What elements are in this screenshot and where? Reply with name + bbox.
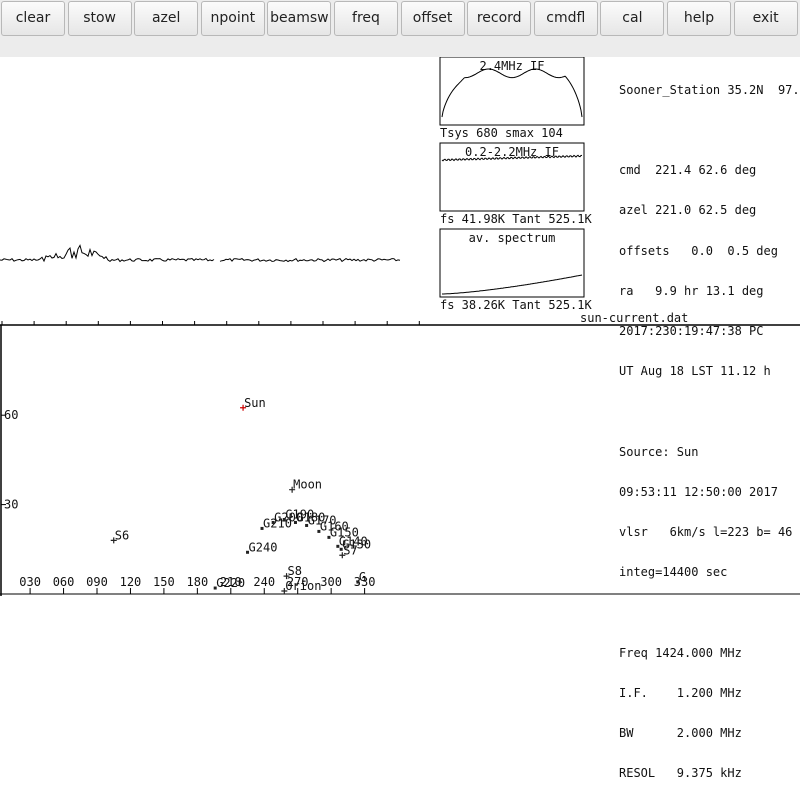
x-axis-tick-label: 030 bbox=[19, 575, 41, 589]
continuum-plot bbox=[0, 244, 401, 263]
help-button[interactable]: help bbox=[667, 1, 731, 36]
spectrum-footer-2: fs 41.98K Tant 525.1K bbox=[440, 212, 592, 226]
spectrum-footer-3: fs 38.26K Tant 525.1K bbox=[440, 298, 592, 312]
ut-line: UT Aug 18 LST 11.12 h bbox=[619, 364, 771, 379]
continuum-trace-b bbox=[219, 257, 401, 263]
spectrum-title-1: 2.4MHz IF bbox=[479, 59, 544, 73]
cal-button[interactable]: cal bbox=[600, 1, 665, 36]
bw-line: BW 2.000 MHz bbox=[619, 726, 742, 741]
station-line: Sooner_Station 35.2N 97.4 bbox=[619, 82, 800, 97]
azel-button[interactable]: azel bbox=[134, 1, 199, 36]
source-label-orion: Orion bbox=[285, 579, 321, 593]
source-label-moon: Moon bbox=[293, 478, 322, 492]
spectrum-title-3: av. spectrum bbox=[469, 231, 556, 245]
source-label-g220: G220 bbox=[216, 576, 245, 590]
record-button[interactable]: record bbox=[467, 1, 532, 36]
source-time-line: 09:53:11 12:50:00 2017 bbox=[619, 484, 778, 499]
source-label-s6: S6 bbox=[115, 528, 129, 542]
azel-line: azel 221.0 62.5 deg bbox=[619, 203, 757, 218]
x-axis-tick-label: 120 bbox=[120, 575, 142, 589]
offset-button[interactable]: offset bbox=[400, 1, 465, 36]
stow-button[interactable]: stow bbox=[67, 1, 132, 36]
x-axis-tick-label: 300 bbox=[320, 575, 342, 589]
source-label-s8: S8 bbox=[288, 564, 302, 578]
datetime-line: 2017:230:19:47:38 PC bbox=[619, 324, 764, 339]
y-axis-tick-label: 30 bbox=[4, 498, 18, 512]
freq-button[interactable]: freq bbox=[334, 1, 398, 36]
source-label-g: G bbox=[359, 570, 366, 584]
x-axis-tick-label: 240 bbox=[253, 575, 275, 589]
vlsr-line: vlsr 6km/s l=223 b= 46 bbox=[619, 525, 793, 540]
spectrum-footer-1: Tsys 680 smax 104 bbox=[440, 126, 563, 140]
if-line: I.F. 1.200 MHz bbox=[619, 685, 742, 700]
resol-line: RESOL 9.375 kHz bbox=[619, 766, 742, 781]
status-info-panel: Sooner_Station 35.2N 97.4 cmd 221.4 62.6… bbox=[619, 57, 800, 794]
cmd-line: cmd 221.4 62.6 deg bbox=[619, 163, 757, 178]
freq-line: Freq 1424.000 MHz bbox=[619, 645, 742, 660]
continuum-trace-a bbox=[0, 244, 215, 263]
toolbar: clear stow azel npoint beamsw freq offset recor… bbox=[0, 0, 800, 57]
x-axis-tick-label: 180 bbox=[187, 575, 209, 589]
clear-button[interactable]: clear bbox=[1, 1, 65, 36]
npoint-button[interactable]: npoint bbox=[200, 1, 265, 36]
x-axis-tick-label: 090 bbox=[86, 575, 108, 589]
integ-line: integ=14400 sec bbox=[619, 565, 728, 580]
x-axis-tick-label: 060 bbox=[53, 575, 75, 589]
ra-line: ra 9.9 hr 13.1 deg bbox=[619, 283, 764, 298]
source-label-g240: G240 bbox=[249, 540, 278, 554]
x-axis-tick-label: 150 bbox=[153, 575, 175, 589]
source-label-sun: Sun bbox=[244, 396, 266, 410]
y-axis-tick-label: 60 bbox=[4, 408, 18, 422]
source-line: Source: Sun bbox=[619, 444, 699, 459]
exit-button[interactable]: exit bbox=[733, 1, 798, 36]
cmdfl-button[interactable]: cmdfl bbox=[533, 1, 598, 36]
source-label-s7: S7 bbox=[343, 543, 357, 557]
spectrum-panels: 2.4MHz IFTsys 680 smax 1040.2-2.2MHz IFf… bbox=[439, 57, 592, 312]
offsets-line: offsets 0.0 0.5 deg bbox=[619, 243, 778, 258]
beamsw-button[interactable]: beamsw bbox=[267, 1, 332, 36]
